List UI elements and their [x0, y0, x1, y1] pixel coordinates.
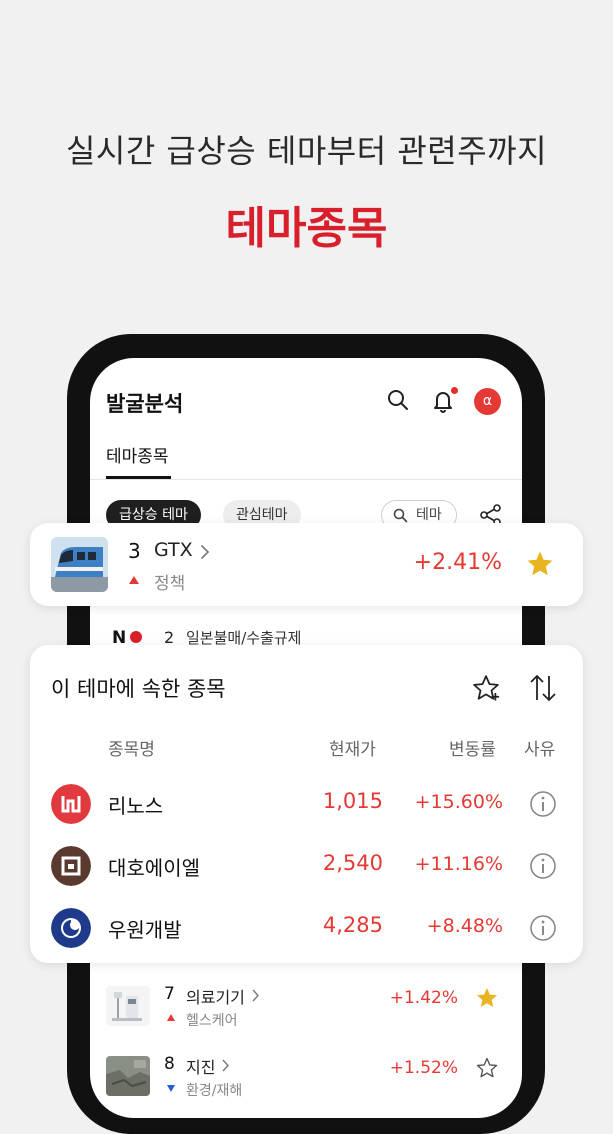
- stock-change: +15.60%: [414, 791, 503, 813]
- theme-change: +2.41%: [413, 550, 502, 575]
- train-thumbnail: [51, 537, 108, 592]
- notification-dot: [451, 387, 458, 394]
- stock-row[interactable]: 우원개발 4,285 +8.48%: [30, 904, 583, 954]
- theme-change: +1.52%: [389, 1058, 458, 1078]
- highlighted-theme-card[interactable]: 3 GTX 정책 +2.41%: [30, 523, 583, 606]
- earthquake-thumbnail: [106, 1056, 150, 1096]
- theme-category: 환경/재해: [186, 1083, 243, 1099]
- search-icon: [393, 508, 408, 523]
- theme-name: 지진: [186, 1058, 216, 1077]
- theme-rank: 8: [164, 1054, 175, 1074]
- search-icon[interactable]: [386, 388, 410, 412]
- no-japan-logo-dot: [130, 631, 142, 643]
- stock-name: 리노스: [108, 794, 164, 818]
- daehoal-logo: [51, 846, 91, 886]
- theme-category: 정책: [154, 574, 186, 594]
- theme-rank: 3: [128, 539, 141, 563]
- stock-price: 2,540: [322, 851, 383, 875]
- chevron-right-icon: [200, 544, 210, 560]
- star-outline-icon[interactable]: [475, 1056, 499, 1080]
- column-header-name: 종목명: [108, 740, 155, 760]
- theme-name: GTX: [154, 539, 193, 561]
- info-icon[interactable]: [529, 914, 557, 942]
- star-filled-icon[interactable]: [475, 986, 499, 1010]
- stock-price: 4,285: [322, 913, 383, 937]
- up-arrow-icon: [129, 576, 139, 584]
- star-outline-icon[interactable]: [471, 673, 501, 703]
- woowon-logo: [51, 908, 91, 948]
- stock-change: +8.48%: [426, 915, 503, 937]
- sort-icon[interactable]: [528, 673, 558, 703]
- theme-list-item[interactable]: 8 지진 환경/재해 +1.52%: [90, 1052, 522, 1108]
- medical-device-thumbnail: [106, 986, 150, 1026]
- theme-category: 헬스케어: [186, 1013, 238, 1029]
- star-filled-icon[interactable]: [525, 549, 555, 579]
- theme-change: +1.42%: [389, 988, 458, 1008]
- stock-name: 대호에이엘: [108, 856, 200, 880]
- column-header-reason: 사유: [524, 740, 556, 760]
- panel-title: 이 테마에 속한 종목: [51, 677, 226, 701]
- tab-theme-stocks[interactable]: 테마종목: [106, 442, 169, 467]
- info-icon[interactable]: [529, 852, 557, 880]
- hero-title: 테마종목: [225, 203, 388, 254]
- stock-row[interactable]: 대호에이엘 2,540 +11.16%: [30, 842, 583, 892]
- info-icon[interactable]: [529, 790, 557, 818]
- theme-stocks-panel: 이 테마에 속한 종목 종목명 현재가 변동률 사유 리노스 1,015 +15…: [30, 645, 583, 963]
- tab-divider: [90, 479, 522, 480]
- down-arrow-icon: [167, 1085, 175, 1092]
- theme-list-item[interactable]: 7 의료기기 헬스케어 +1.42%: [90, 982, 522, 1038]
- chevron-right-icon: [252, 989, 259, 1002]
- column-header-price: 현재가: [329, 740, 376, 760]
- hero-subtitle: 실시간 급상승 테마부터 관련주까지: [65, 132, 548, 170]
- up-arrow-icon: [167, 1014, 175, 1021]
- chevron-right-icon: [222, 1059, 229, 1072]
- theme-rank: 7: [164, 984, 175, 1004]
- page-title: 발굴분석: [106, 392, 184, 416]
- theme-name: 의료기기: [186, 988, 245, 1007]
- linos-logo: [51, 784, 91, 824]
- stock-price: 1,015: [322, 789, 383, 813]
- stock-row[interactable]: 리노스 1,015 +15.60%: [30, 780, 583, 830]
- alpha-profile-button[interactable]: α: [474, 388, 501, 415]
- stock-change: +11.16%: [414, 853, 503, 875]
- column-header-change: 변동률: [449, 740, 496, 760]
- stock-name: 우원개발: [108, 918, 182, 942]
